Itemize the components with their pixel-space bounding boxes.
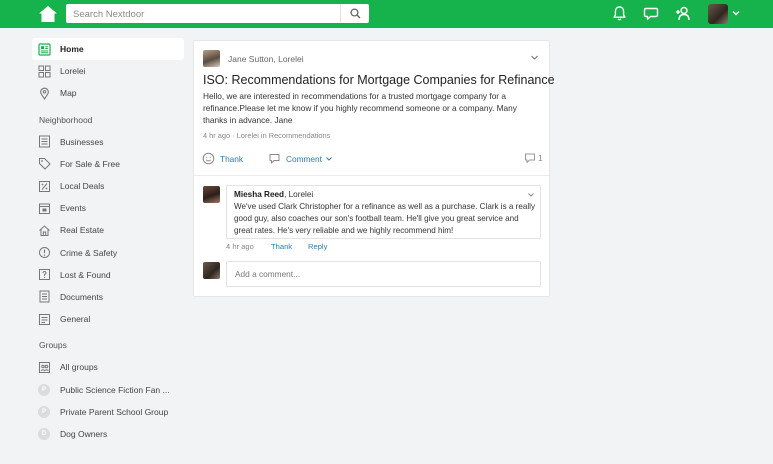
post-title[interactable]: ISO: Recommendations for Mortgage Compan… <box>203 73 555 87</box>
chevron-down-icon <box>326 156 332 161</box>
post-author: Jane Sutton, Lorelei <box>203 50 304 67</box>
sidebar-item-general[interactable]: General <box>32 308 184 330</box>
calendar-icon <box>38 202 51 215</box>
reply-author-name: Miesha Reed <box>234 190 285 199</box>
sidebar-item-lost-found[interactable]: Lost & Found <box>32 264 184 286</box>
thank-button[interactable]: Thank <box>202 152 243 165</box>
document-icon <box>38 290 51 303</box>
sidebar-item-label: Businesses <box>60 136 104 147</box>
sidebar-item-documents[interactable]: Documents <box>32 286 184 308</box>
sidebar-item-label: For Sale & Free <box>60 158 120 169</box>
sidebar-item-label: Private Parent School Group <box>60 406 169 417</box>
sidebar-item-all-groups[interactable]: All groups <box>32 356 184 378</box>
sidebar-item-label: Crime & Safety <box>60 247 118 258</box>
sidebar-item-label: Events <box>60 203 86 214</box>
sidebar-item-businesses[interactable]: Businesses <box>32 131 184 153</box>
sidebar-item-label: Lorelei <box>60 66 86 77</box>
post-body: Hello, we are interested in recommendati… <box>203 91 517 126</box>
chat-icon[interactable] <box>643 5 660 22</box>
sidebar-item-group[interactable]: P Public Science Fiction Fan ... <box>32 378 184 400</box>
tag-icon <box>38 157 51 171</box>
post-author-name[interactable]: Jane Sutton, Lorelei <box>228 54 304 64</box>
reply-author[interactable]: Miesha Reed, Lorelei <box>234 190 313 199</box>
sidebar-item-group[interactable]: D Dog Owners <box>32 423 184 445</box>
add-neighbor-icon[interactable] <box>675 5 692 22</box>
sidebar-item-map[interactable]: Map <box>32 82 184 104</box>
sidebar-item-crime-safety[interactable]: Crime & Safety <box>32 242 184 264</box>
group-avatar-icon: D <box>38 427 50 440</box>
avatar[interactable] <box>203 50 220 67</box>
sidebar-item-lorelei[interactable]: Lorelei <box>32 60 184 82</box>
sidebar-item-label: Documents <box>60 291 103 302</box>
sidebar-item-group[interactable]: P Private Parent School Group <box>32 401 184 423</box>
smile-icon <box>202 152 215 165</box>
sidebar-item-real-estate[interactable]: Real Estate <box>32 219 184 241</box>
reply-meta: 4 hr ago Thank Reply <box>226 242 426 254</box>
reply: Miesha Reed, Lorelei We've used Clark Ch… <box>226 185 541 239</box>
reply-author-neighborhood: , Lorelei <box>284 190 314 199</box>
map-pin-icon <box>38 87 51 100</box>
businesses-icon <box>38 135 51 148</box>
avatar[interactable] <box>203 186 220 203</box>
comment-input[interactable] <box>226 261 541 287</box>
search-input[interactable] <box>66 5 338 24</box>
groups-icon <box>38 361 51 374</box>
post-actions: Thank Comment 1 <box>202 152 543 166</box>
sidebar-item-label: Map <box>60 88 77 99</box>
post-card: Jane Sutton, Lorelei ISO: Recommendation… <box>193 40 555 297</box>
search-icon <box>349 8 360 19</box>
news-feed-icon <box>38 42 51 56</box>
divider <box>194 175 549 176</box>
bell-icon[interactable] <box>611 5 628 22</box>
sidebar-item-label: Dog Owners <box>60 428 108 439</box>
chevron-down-icon[interactable] <box>731 8 741 18</box>
thank-label: Thank <box>220 153 244 164</box>
groups-heading: Groups <box>39 340 67 351</box>
house-icon <box>38 224 51 237</box>
reply-button[interactable]: Reply <box>308 242 327 251</box>
top-bar <box>0 0 773 28</box>
sidebar-item-label: Real Estate <box>60 225 104 236</box>
profile-avatar[interactable] <box>708 4 728 24</box>
comment-count[interactable]: 1 <box>524 152 543 164</box>
search-button[interactable] <box>340 4 369 23</box>
group-avatar-icon: P <box>38 405 50 418</box>
avatar <box>203 262 220 279</box>
sidebar-item-label: Public Science Fiction Fan ... <box>60 384 170 395</box>
sidebar-item-label: Local Deals <box>60 181 105 192</box>
chevron-down-icon[interactable] <box>530 53 539 62</box>
neighborhood-heading: Neighborhood <box>39 114 93 125</box>
sidebar-item-label: General <box>60 314 91 325</box>
sidebar-item-home[interactable]: Home <box>32 38 184 61</box>
search-bar <box>66 4 369 24</box>
reply-text: We've used Clark Christopher for a refin… <box>234 202 535 235</box>
alert-icon <box>38 246 51 259</box>
percent-icon <box>38 180 51 193</box>
post-meta: 4 hr ago · Lorelei in Recommendations <box>203 131 331 140</box>
group-avatar-icon: P <box>38 383 50 396</box>
comment-button[interactable]: Comment <box>268 152 333 165</box>
comment-count-value: 1 <box>538 153 543 163</box>
question-icon <box>38 268 51 281</box>
sidebar-item-label: Lost & Found <box>60 269 111 280</box>
neighborhood-icon <box>38 65 51 78</box>
chevron-down-icon[interactable] <box>527 191 535 199</box>
comment-icon <box>269 154 280 164</box>
comment-label: Comment <box>286 153 322 164</box>
sidebar-item-for-sale[interactable]: For Sale & Free <box>32 153 184 175</box>
sidebar-item-label: All groups <box>60 362 98 373</box>
reply-thank-button[interactable]: Thank <box>271 242 292 251</box>
home-icon[interactable] <box>38 5 58 23</box>
sidebar-item-local-deals[interactable]: Local Deals <box>32 175 184 197</box>
general-icon <box>38 313 51 326</box>
sidebar-item-label: Home <box>60 44 84 55</box>
reply-time: 4 hr ago <box>226 242 254 251</box>
sidebar-item-events[interactable]: Events <box>32 197 184 219</box>
sidebar: Home Lorelei Map Neighborhood Businesses… <box>32 38 184 445</box>
comment-icon <box>525 153 535 163</box>
